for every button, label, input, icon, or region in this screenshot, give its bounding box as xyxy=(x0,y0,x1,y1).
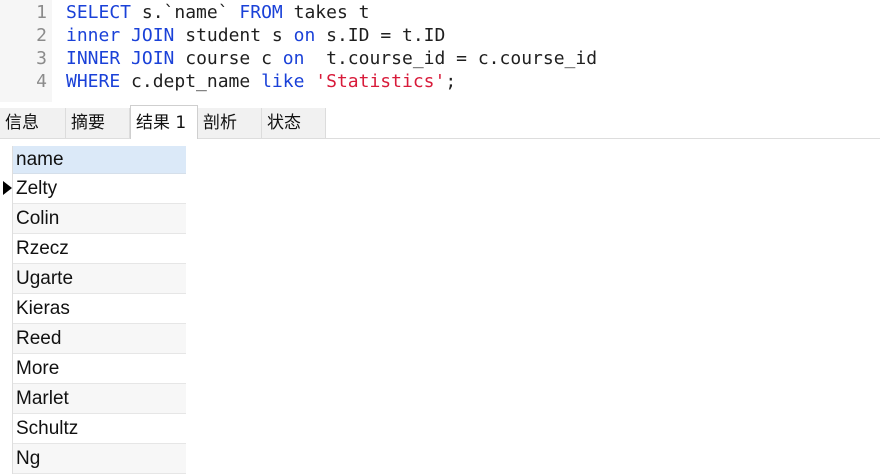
sql-keyword: inner xyxy=(66,25,121,46)
table-row[interactable]: Marlet xyxy=(13,384,186,414)
tab-summary[interactable]: 摘要 xyxy=(66,108,130,138)
sql-text: ; xyxy=(445,71,457,92)
sql-keyword: SELECT xyxy=(66,2,132,23)
sql-string: 'Statistics' xyxy=(315,71,446,92)
sql-keyword: JOIN xyxy=(131,25,175,46)
result-rows: Zelty Colin Rzecz Ugarte Kieras Reed More Marle… xyxy=(13,174,186,474)
table-row[interactable]: Kieras xyxy=(13,294,186,324)
sql-text: c.dept_name xyxy=(120,71,262,92)
sql-text: takes t xyxy=(282,2,370,23)
code-text: WHERE c.dept_name like 'Statistics'; xyxy=(66,70,456,93)
result-grid[interactable]: name Zelty Colin Rzecz Ugarte Kieras Reed More… xyxy=(12,146,186,474)
line-number: 3 xyxy=(36,48,47,69)
line-number: 2 xyxy=(36,25,47,46)
result-tabbar: 信息 摘要 结果 1 剖析 状态 xyxy=(0,105,880,139)
code-text: inner JOIN student s on s.ID = t.ID xyxy=(66,24,445,47)
sql-keyword: on xyxy=(293,25,316,46)
sql-keyword: WHERE xyxy=(66,71,121,92)
sql-keyword: INNER xyxy=(66,48,121,69)
line-number: 1 xyxy=(36,2,47,23)
table-row[interactable]: Ng xyxy=(13,444,186,474)
table-row[interactable]: Rzecz xyxy=(13,234,186,264)
sql-text: t.course_id = c.course_id xyxy=(304,48,598,69)
tab-profile[interactable]: 剖析 xyxy=(198,108,262,138)
table-row[interactable]: Colin xyxy=(13,204,186,234)
sql-text: student s xyxy=(174,25,294,46)
sql-text: s.`name` xyxy=(131,2,240,23)
tab-info[interactable]: 信息 xyxy=(0,108,66,138)
sql-keyword: JOIN xyxy=(131,48,175,69)
table-row[interactable]: Reed xyxy=(13,324,186,354)
sql-keyword: on xyxy=(282,48,305,69)
sql-editor[interactable]: 1 SELECT s.`name` FROM takes t 2 inner JOIN… xyxy=(0,0,880,102)
sql-text: s.ID = t.ID xyxy=(315,25,446,46)
table-row[interactable]: Zelty xyxy=(13,174,186,204)
table-row[interactable]: Schultz xyxy=(13,414,186,444)
table-row[interactable]: Ugarte xyxy=(13,264,186,294)
line-number: 4 xyxy=(36,71,47,92)
code-text: INNER JOIN course c on t.course_id = c.c… xyxy=(66,47,597,70)
sql-text: course c xyxy=(174,48,283,69)
column-header-name[interactable]: name xyxy=(13,146,186,174)
sql-keyword: FROM xyxy=(239,2,283,23)
sql-keyword: like xyxy=(261,71,305,92)
tab-result-1[interactable]: 结果 1 xyxy=(130,105,198,139)
tab-status[interactable]: 状态 xyxy=(262,108,326,138)
code-text: SELECT s.`name` FROM takes t xyxy=(66,1,369,24)
current-row-arrow-icon xyxy=(3,181,12,195)
table-row[interactable]: More xyxy=(13,354,186,384)
